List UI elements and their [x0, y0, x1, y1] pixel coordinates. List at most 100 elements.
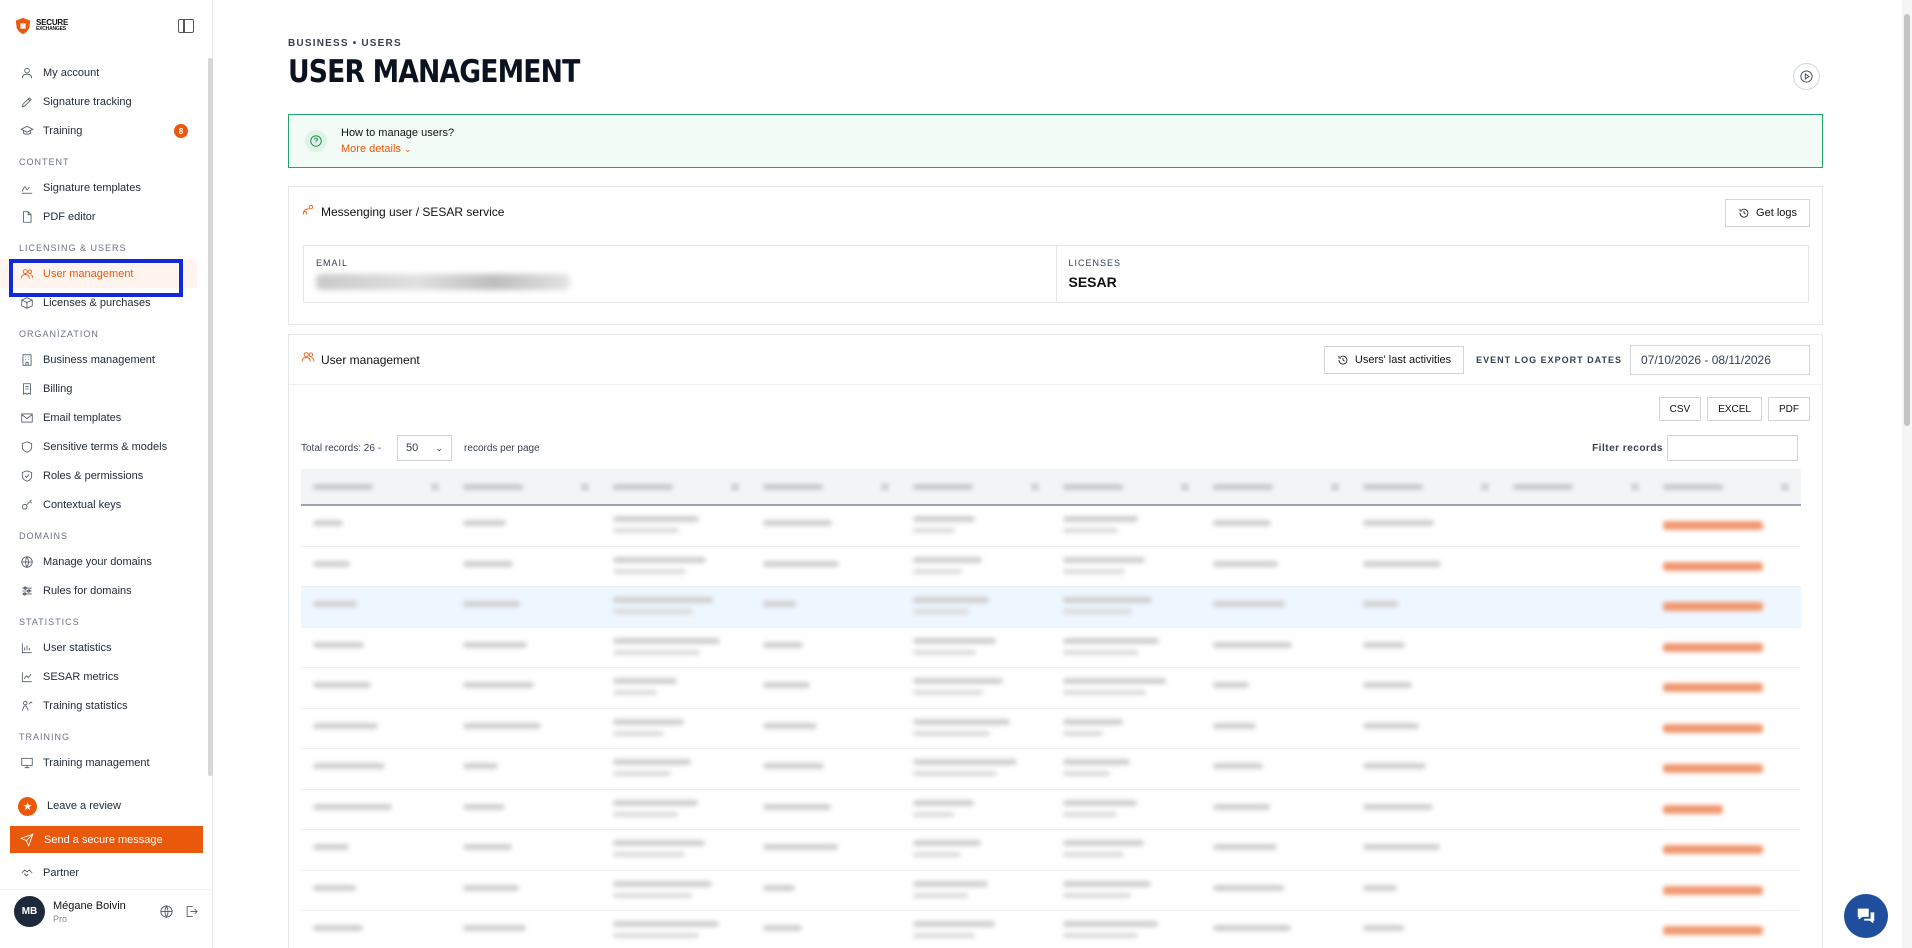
sidebar-item-rules-for-domains[interactable]: Rules for domains	[0, 576, 213, 605]
sidebar-item-signature-tracking[interactable]: Signature tracking	[0, 87, 213, 116]
table-header-cell[interactable]	[301, 469, 451, 504]
row-actions-redacted[interactable]	[1663, 602, 1763, 611]
table-cell	[1651, 587, 1801, 627]
sidebar-collapse-icon[interactable]	[178, 19, 194, 33]
sidebar-item-user-statistics[interactable]: User statistics	[0, 633, 213, 662]
sidebar-item-email-templates[interactable]: Email templates	[0, 403, 213, 432]
sidebar-item-sesar-metrics[interactable]: SESAR metrics	[0, 662, 213, 691]
row-actions-redacted[interactable]	[1663, 723, 1763, 733]
date-range-input[interactable]: 07/10/2026 - 08/11/2026	[1630, 344, 1810, 375]
row-actions-redacted[interactable]	[1663, 642, 1763, 652]
partner-link[interactable]: Partner	[0, 857, 213, 889]
sidebar-item-business-management[interactable]: Business management	[0, 345, 213, 374]
sidebar-item-user-management[interactable]: User management	[0, 259, 197, 288]
row-actions-redacted[interactable]	[1663, 885, 1763, 895]
sidebar-item-label: PDF editor	[43, 210, 96, 223]
sidebar-footer: ★ Leave a review Send a secure message P…	[0, 792, 213, 933]
shield-check-icon	[20, 469, 34, 483]
table-header-cell[interactable]	[1051, 469, 1201, 504]
globe-icon[interactable]	[159, 904, 174, 919]
row-actions-redacted[interactable]	[1663, 926, 1763, 935]
sidebar-item-my-account[interactable]: My account	[0, 58, 213, 87]
sidebar-scrollbar[interactable]	[208, 58, 213, 776]
table-cell	[1501, 587, 1651, 627]
sidebar-item-billing[interactable]: Billing	[0, 374, 213, 403]
table-header-cell[interactable]	[1351, 469, 1501, 504]
table-row[interactable]	[301, 668, 1801, 709]
sidebar-item-roles-permissions[interactable]: Roles & permissions	[0, 461, 213, 490]
table-header-cell[interactable]	[1201, 469, 1351, 504]
row-actions-redacted[interactable]	[1663, 804, 1723, 814]
send-secure-message-button[interactable]: Send a secure message	[10, 826, 203, 853]
bar-chart-icon	[20, 641, 34, 655]
sort-icon	[1031, 482, 1039, 491]
table-header-cell[interactable]	[751, 469, 901, 504]
leave-review-button[interactable]: ★ Leave a review	[0, 792, 213, 820]
table-header-cell[interactable]	[601, 469, 751, 504]
sidebar-nav: My account Signature tracking Training 8 CON…	[0, 58, 213, 778]
more-details-link[interactable]: More details ⌄	[341, 143, 454, 155]
sidebar-item-pdf-editor[interactable]: PDF editor	[0, 202, 213, 231]
presentation-icon	[20, 756, 34, 770]
header-text-redacted	[763, 483, 823, 490]
sidebar-item-training[interactable]: Training 8	[0, 116, 213, 145]
logo[interactable]: SECURE EXCHANGES	[14, 17, 68, 35]
sidebar-item-label: Signature tracking	[43, 95, 132, 108]
table-cell	[601, 790, 751, 830]
chat-support-button[interactable]	[1844, 894, 1888, 938]
page-scrollbar[interactable]	[1902, 0, 1912, 948]
logo-text: SECURE EXCHANGES	[36, 19, 68, 33]
sidebar-item-training-statistics[interactable]: Training statistics	[0, 691, 213, 720]
sidebar-item-signature-templates[interactable]: Signature templates	[0, 173, 213, 202]
header-text-redacted	[913, 483, 973, 490]
play-tutorial-button[interactable]	[1793, 63, 1820, 90]
partner-label: Partner	[43, 867, 80, 879]
per-page-select[interactable]: 50 ⌄	[397, 435, 453, 461]
sidebar-item-sensitive-terms-models[interactable]: Sensitive terms & models	[0, 432, 213, 461]
export-pdf-button[interactable]: PDF	[1768, 397, 1810, 421]
table-header-cell[interactable]	[901, 469, 1051, 504]
help-text: How to manage users? More details ⌄	[341, 127, 454, 155]
table-cell	[1201, 547, 1351, 587]
filter-records-input[interactable]	[1667, 435, 1798, 461]
table-cell	[751, 547, 901, 587]
table-row[interactable]	[301, 628, 1801, 668]
sidebar-item-licenses-purchases[interactable]: Licenses & purchases	[0, 288, 213, 317]
sidebar-item-manage-your-domains[interactable]: Manage your domains	[0, 547, 213, 576]
table-row[interactable]	[301, 587, 1801, 628]
avatar[interactable]: MB	[14, 896, 45, 927]
table-row[interactable]	[301, 749, 1801, 790]
get-logs-button[interactable]: Get logs	[1725, 199, 1810, 227]
users-last-activities-button[interactable]: Users' last activities	[1323, 345, 1465, 374]
table-row[interactable]	[301, 709, 1801, 749]
sidebar-item-label: Licenses & purchases	[43, 296, 151, 309]
send-icon	[20, 832, 34, 847]
export-csv-button[interactable]: CSV	[1658, 397, 1702, 421]
row-actions-redacted[interactable]	[1663, 561, 1763, 571]
user-management-header: User management Users' last activities E…	[289, 335, 1822, 385]
table-cell	[1051, 668, 1201, 708]
sidebar-item-contextual-keys[interactable]: Contextual keys	[0, 490, 213, 519]
table-row[interactable]	[301, 871, 1801, 911]
table-cell	[1501, 871, 1651, 911]
sidebar-item-training-management[interactable]: Training management	[0, 748, 213, 777]
table-header-cell[interactable]	[451, 469, 601, 504]
sidebar-item-label: Rules for domains	[43, 584, 132, 597]
row-actions-redacted[interactable]	[1663, 521, 1763, 530]
row-actions-redacted[interactable]	[1663, 845, 1763, 854]
export-excel-button[interactable]: EXCEL	[1707, 397, 1762, 421]
main-content: BUSINESS • USERS USER MANAGEMENT How to …	[288, 0, 1824, 948]
row-actions-redacted[interactable]	[1663, 683, 1763, 692]
table-header-cell[interactable]	[1501, 469, 1651, 504]
table-row[interactable]	[301, 547, 1801, 587]
sort-icon	[581, 482, 589, 491]
table-row[interactable]	[301, 911, 1801, 948]
table-row[interactable]	[301, 790, 1801, 830]
table-cell	[1501, 628, 1651, 668]
logout-icon[interactable]	[184, 904, 199, 919]
table-row[interactable]	[301, 830, 1801, 871]
row-actions-redacted[interactable]	[1663, 764, 1763, 773]
table-header-cell[interactable]	[1651, 469, 1801, 504]
table-row[interactable]	[301, 506, 1801, 547]
pen-icon	[20, 95, 34, 109]
